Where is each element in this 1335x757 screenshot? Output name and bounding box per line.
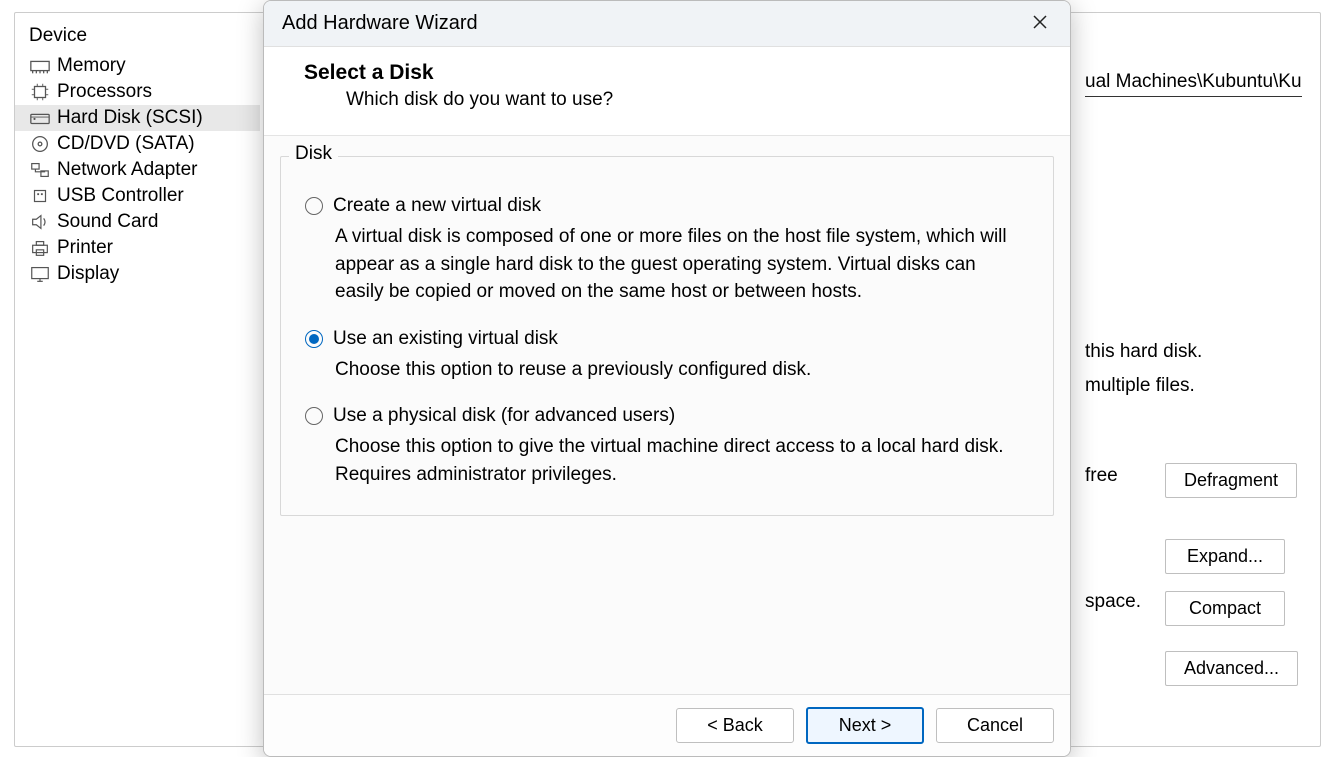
cpu-icon: [29, 82, 51, 102]
dialog-title: Add Hardware Wizard: [282, 12, 478, 35]
hard-disk-icon: [29, 108, 51, 128]
bg-text-fragment: space.: [1085, 591, 1141, 613]
disk-groupbox: Disk Create a new virtual disk A virtual…: [280, 156, 1054, 516]
device-item-label: USB Controller: [57, 185, 184, 207]
defragment-button[interactable]: Defragment: [1165, 463, 1297, 498]
expand-button[interactable]: Expand...: [1165, 539, 1285, 574]
device-item-label: Sound Card: [57, 211, 158, 233]
device-item-label: Processors: [57, 81, 152, 103]
bg-text-fragment: multiple files.: [1085, 375, 1195, 397]
radio-use-physical-disk[interactable]: Use a physical disk (for advanced users): [305, 405, 1029, 427]
device-item-hard-disk[interactable]: Hard Disk (SCSI): [15, 105, 260, 131]
device-item-memory[interactable]: Memory: [15, 53, 260, 79]
speaker-icon: [29, 212, 51, 232]
device-item-label: Hard Disk (SCSI): [57, 107, 203, 129]
bg-text-fragment: free: [1085, 465, 1118, 487]
radio-icon: [305, 330, 323, 348]
radio-description: Choose this option to give the virtual m…: [335, 433, 1029, 488]
radio-icon: [305, 197, 323, 215]
wizard-body: Disk Create a new virtual disk A virtual…: [264, 136, 1070, 694]
settings-right-panel: ual Machines\Kubuntu\Ku this hard disk. …: [1085, 43, 1310, 736]
radio-description: A virtual disk is composed of one or mor…: [335, 223, 1029, 306]
radio-label: Create a new virtual disk: [333, 195, 541, 217]
dialog-titlebar: Add Hardware Wizard: [264, 1, 1070, 47]
device-list-header: Device: [15, 23, 260, 53]
wizard-footer: < Back Next > Cancel: [264, 694, 1070, 756]
close-icon: [1032, 14, 1048, 34]
add-hardware-wizard-dialog: Add Hardware Wizard Select a Disk Which …: [263, 0, 1071, 757]
device-item-processors[interactable]: Processors: [15, 79, 260, 105]
next-button[interactable]: Next >: [806, 707, 924, 744]
close-button[interactable]: [1020, 6, 1060, 42]
printer-icon: [29, 238, 51, 258]
device-item-cddvd[interactable]: CD/DVD (SATA): [15, 131, 260, 157]
back-button[interactable]: < Back: [676, 708, 794, 743]
monitor-icon: [29, 264, 51, 284]
groupbox-legend: Disk: [289, 143, 338, 165]
device-item-printer[interactable]: Printer: [15, 235, 260, 261]
disc-icon: [29, 134, 51, 154]
device-item-sound[interactable]: Sound Card: [15, 209, 260, 235]
cancel-button[interactable]: Cancel: [936, 708, 1054, 743]
device-item-network[interactable]: Network Adapter: [15, 157, 260, 183]
device-item-label: CD/DVD (SATA): [57, 133, 195, 155]
radio-icon: [305, 407, 323, 425]
wizard-step-title: Select a Disk: [304, 61, 1030, 85]
memory-icon: [29, 56, 51, 76]
disk-path-fragment: ual Machines\Kubuntu\Ku: [1085, 71, 1302, 97]
advanced-button[interactable]: Advanced...: [1165, 651, 1298, 686]
device-item-label: Network Adapter: [57, 159, 197, 181]
bg-text-fragment: this hard disk.: [1085, 341, 1202, 363]
radio-label: Use a physical disk (for advanced users): [333, 405, 675, 427]
device-item-label: Memory: [57, 55, 126, 77]
compact-button[interactable]: Compact: [1165, 591, 1285, 626]
radio-create-new-disk[interactable]: Create a new virtual disk: [305, 195, 1029, 217]
device-item-usb[interactable]: USB Controller: [15, 183, 260, 209]
radio-description: Choose this option to reuse a previously…: [335, 356, 1029, 384]
wizard-step-subtitle: Which disk do you want to use?: [346, 89, 1030, 111]
wizard-header: Select a Disk Which disk do you want to …: [264, 47, 1070, 136]
device-list-panel: Device Memory Processors Hard Disk (SCSI…: [15, 13, 260, 287]
device-item-label: Printer: [57, 237, 113, 259]
usb-icon: [29, 186, 51, 206]
network-icon: [29, 160, 51, 180]
device-item-label: Display: [57, 263, 119, 285]
radio-use-existing-disk[interactable]: Use an existing virtual disk: [305, 328, 1029, 350]
radio-label: Use an existing virtual disk: [333, 328, 558, 350]
device-item-display[interactable]: Display: [15, 261, 260, 287]
